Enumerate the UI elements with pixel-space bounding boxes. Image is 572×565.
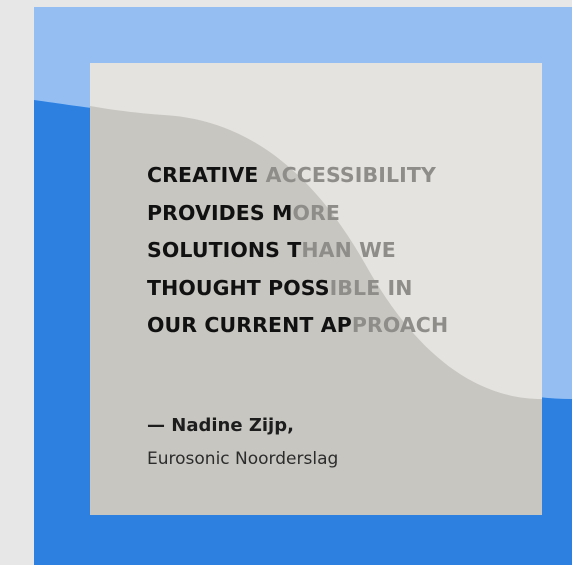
quote-line: THOUGHT POSSIBLE IN xyxy=(147,270,527,308)
quote-line-faded: PROACH xyxy=(351,313,449,337)
quote-line-strong: PROVIDES M xyxy=(147,200,293,225)
quote-line: CREATIVE ACCESSIBILITY xyxy=(147,157,527,195)
quote-line-strong: CREATIVE xyxy=(147,163,266,187)
quote-line-strong: SOLUTIONS T xyxy=(147,238,302,262)
quote-line-strong: OUR CURRENT AP xyxy=(147,313,352,337)
quote-line-strong: THOUGHT POSS xyxy=(147,275,330,300)
quote-card: CREATIVE ACCESSIBILITY PROVIDES MORE SOL… xyxy=(90,63,542,515)
quote-line: SOLUTIONS THAN WE xyxy=(147,232,527,270)
quote-panel: CREATIVE ACCESSIBILITY PROVIDES MORE SOL… xyxy=(34,7,572,565)
quote-text: CREATIVE ACCESSIBILITY PROVIDES MORE SOL… xyxy=(147,157,527,345)
quote-line: PROVIDES MORE xyxy=(147,195,527,233)
quote-line-faded: IBLE IN xyxy=(329,275,413,300)
quote-line-faded: ORE xyxy=(292,200,341,225)
quote-organization: Eurosonic Noorderslag xyxy=(147,449,339,469)
quote-line: OUR CURRENT APPROACH xyxy=(147,307,527,345)
quote-line-faded: HAN WE xyxy=(301,238,396,262)
quote-line-faded: ACCESSIBILITY xyxy=(265,163,436,187)
quote-author: — Nadine Zijp, xyxy=(147,415,294,436)
